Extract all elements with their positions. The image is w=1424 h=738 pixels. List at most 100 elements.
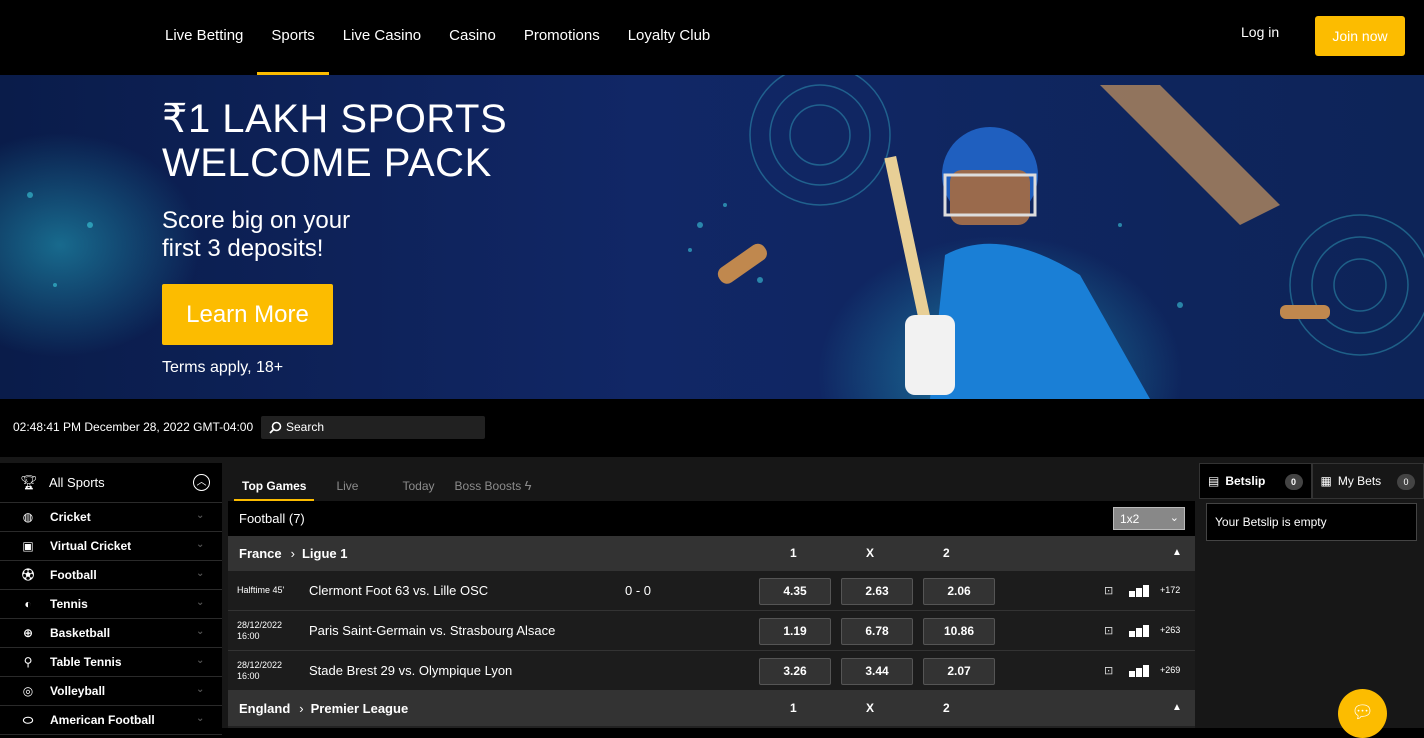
- event-row[interactable]: Halftime 45' Clermont Foot 63 vs. Lille …: [228, 571, 1195, 611]
- chevron-right-icon: ›: [299, 701, 303, 716]
- nav-live-betting[interactable]: Live Betting: [151, 0, 257, 75]
- tab-my-bets[interactable]: ▦ My Bets 0: [1312, 463, 1424, 499]
- column-header-1: 1: [790, 701, 797, 715]
- event-name[interactable]: Stade Brest 29 vs. Olympique Lyon: [309, 663, 512, 678]
- all-sports-label: All Sports: [49, 475, 105, 490]
- sidebar-item-basketball[interactable]: ⊕Basketball⌄: [0, 619, 222, 648]
- hero-title: ₹1 LAKH SPORTSWELCOME PACK: [162, 97, 507, 185]
- event-row[interactable]: 28/12/202216:00 Paris Saint-Germain vs. …: [228, 611, 1195, 651]
- nav-promotions[interactable]: Promotions: [510, 0, 614, 75]
- betslip-empty-message: Your Betslip is empty: [1206, 503, 1417, 541]
- sidebar-item-label: Table Tennis: [50, 655, 122, 669]
- all-sports-header[interactable]: 🏆︎ All Sports ︿: [0, 463, 222, 503]
- sidebar-item-volleyball[interactable]: ◎Volleyball⌄: [0, 677, 222, 706]
- event-score: 0 - 0: [625, 583, 651, 598]
- tab-boss-boosts-label: Boss Boosts: [455, 479, 522, 493]
- tab-betslip-label: Betslip: [1225, 474, 1265, 488]
- stats-icon[interactable]: [1129, 584, 1149, 597]
- league-header[interactable]: France › Ligue 1 1 X 2 ▲: [228, 536, 1195, 571]
- virtual-cricket-icon: ▣: [20, 538, 36, 554]
- terms-text: Terms apply, 18+: [162, 359, 283, 377]
- nav-loyalty-club[interactable]: Loyalty Club: [614, 0, 725, 75]
- nav-casino[interactable]: Casino: [435, 0, 510, 75]
- column-header-x: X: [866, 546, 874, 560]
- tennis-icon: ◐: [20, 596, 36, 612]
- odds-button-away[interactable]: 2.07: [923, 658, 995, 685]
- odds-button-draw[interactable]: 6.78: [841, 618, 913, 645]
- sidebar-item-tennis[interactable]: ◐Tennis⌄: [0, 590, 222, 619]
- table-tennis-icon: ⚲: [20, 654, 36, 670]
- chevron-down-icon: ⌄: [196, 713, 204, 724]
- odds-button-away[interactable]: 2.06: [923, 578, 995, 605]
- chat-button[interactable]: 💬︎: [1338, 689, 1387, 738]
- odds-button-home[interactable]: 1.19: [759, 618, 831, 645]
- events-panel: Top Games Live Today Boss Boosts ϟ Footb…: [228, 463, 1195, 728]
- top-navigation: Live Betting Sports Live Casino Casino P…: [0, 0, 1424, 75]
- pitch-icon[interactable]: ⊡: [1104, 664, 1113, 677]
- event-name[interactable]: Paris Saint-Germain vs. Strasbourg Alsac…: [309, 623, 555, 638]
- sidebar-item-virtual-cricket[interactable]: ▣Virtual Cricket⌄: [0, 532, 222, 561]
- league-name: Ligue 1: [302, 546, 348, 561]
- join-now-button[interactable]: Join now: [1315, 16, 1405, 56]
- pitch-icon[interactable]: ⊡: [1104, 624, 1113, 637]
- sports-sidebar: 🏆︎ All Sports ︿ ◍ Cricket ⌄ ▣ Virtual Crick…: [0, 463, 222, 728]
- tab-top-games[interactable]: Top Games: [234, 479, 314, 501]
- sport-title: Football (7): [239, 511, 305, 526]
- odds-button-draw[interactable]: 3.44: [841, 658, 913, 685]
- nav-sports[interactable]: Sports: [257, 0, 328, 75]
- chat-icon: 💬︎: [1351, 702, 1374, 722]
- pitch-icon[interactable]: ⊡: [1104, 584, 1113, 597]
- my-bets-icon: ▦: [1321, 474, 1332, 488]
- stats-icon[interactable]: [1129, 624, 1149, 637]
- event-name[interactable]: Clermont Foot 63 vs. Lille OSC: [309, 583, 488, 598]
- collapse-triangle-icon[interactable]: ▲: [1172, 702, 1182, 713]
- market-select-value: 1x2: [1120, 512, 1139, 526]
- promo-banner: ₹1 LAKH SPORTSWELCOME PACK Score big on …: [0, 75, 1424, 399]
- sidebar-item-american-football[interactable]: ⬭American Football⌄: [0, 706, 222, 735]
- sidebar-item-cricket[interactable]: ◍Cricket⌄: [0, 503, 222, 532]
- main-area: 🏆︎ All Sports ︿ ◍ Cricket ⌄ ▣ Virtual Crick…: [0, 457, 1424, 728]
- more-markets-count[interactable]: +269: [1160, 665, 1180, 675]
- learn-more-button[interactable]: Learn More: [162, 284, 333, 345]
- chevron-down-icon: ⌄: [196, 568, 204, 579]
- betslip-count-badge: 0: [1285, 474, 1303, 490]
- sidebar-item-label: Virtual Cricket: [50, 539, 131, 553]
- stats-icon[interactable]: [1129, 664, 1149, 677]
- tab-live[interactable]: Live: [328, 479, 366, 501]
- event-row[interactable]: 28/12/202216:00 Stade Brest 29 vs. Olymp…: [228, 651, 1195, 691]
- tab-boss-boosts[interactable]: Boss Boosts ϟ: [447, 478, 540, 501]
- nav-links: Live Betting Sports Live Casino Casino P…: [151, 0, 724, 75]
- nav-live-casino[interactable]: Live Casino: [329, 0, 435, 75]
- column-header-2: 2: [943, 701, 950, 715]
- my-bets-count-badge: 0: [1397, 474, 1415, 490]
- odds-button-home[interactable]: 3.26: [759, 658, 831, 685]
- sport-header: Football (7) 1x2⌄: [228, 501, 1195, 536]
- tab-betslip[interactable]: ▤ Betslip 0: [1199, 463, 1312, 499]
- chevron-down-icon: ⌄: [196, 626, 204, 637]
- odds-button-draw[interactable]: 2.63: [841, 578, 913, 605]
- hero-title-line1: ₹1 LAKH SPORTS: [162, 97, 507, 141]
- collapse-icon[interactable]: ︿: [193, 474, 210, 491]
- login-link[interactable]: Log in: [1241, 24, 1279, 40]
- collapse-triangle-icon[interactable]: ▲: [1172, 547, 1182, 558]
- sidebar-item-football[interactable]: ⚽︎Football⌄: [0, 561, 222, 590]
- hero-subtitle-line2: first 3 deposits!: [162, 235, 323, 262]
- more-markets-count[interactable]: +263: [1160, 625, 1180, 635]
- cricket-ball-icon: ◍: [20, 509, 36, 525]
- search-input[interactable]: Search: [261, 416, 485, 439]
- more-markets-count[interactable]: +172: [1160, 585, 1180, 595]
- sidebar-item-label: Cricket: [50, 510, 91, 524]
- odds-button-away[interactable]: 10.86: [923, 618, 995, 645]
- column-header-x: X: [866, 701, 874, 715]
- tab-today[interactable]: Today: [394, 479, 442, 501]
- basketball-icon: ⊕: [20, 625, 36, 641]
- league-country: England: [239, 701, 290, 716]
- sidebar-item-table-tennis[interactable]: ⚲Table Tennis⌄: [0, 648, 222, 677]
- hero-subtitle-line1: Score big on your: [162, 207, 350, 234]
- hero-subtitle: Score big on yourfirst 3 deposits!: [162, 207, 350, 263]
- market-select[interactable]: 1x2⌄: [1113, 507, 1185, 530]
- league-header[interactable]: England › Premier League 1 X 2 ▲: [228, 691, 1195, 726]
- odds-button-home[interactable]: 4.35: [759, 578, 831, 605]
- american-football-icon: ⬭: [20, 712, 36, 728]
- event-time: 28/12/202216:00: [237, 620, 297, 642]
